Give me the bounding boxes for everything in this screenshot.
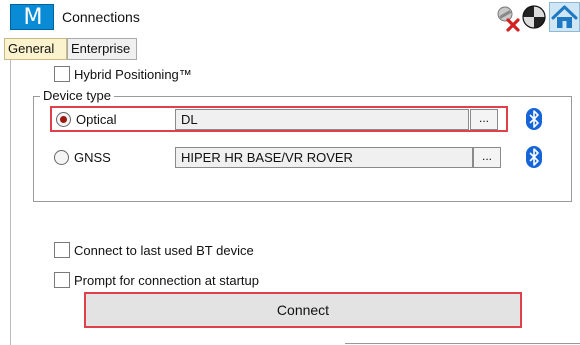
device-type-legend: Device type: [40, 88, 114, 103]
title-bar: M Connections: [0, 0, 580, 34]
optical-label: Optical: [76, 112, 117, 127]
hybrid-positioning-label: Hybrid Positioning™: [74, 67, 192, 82]
optical-radio[interactable]: [56, 112, 71, 127]
app-logo-letter: M: [23, 5, 43, 30]
satellite-disconnected-icon[interactable]: [494, 4, 520, 32]
home-button[interactable]: [549, 2, 580, 32]
bluetooth-icon[interactable]: [526, 146, 542, 168]
radio-selected-dot: [60, 116, 67, 123]
globe-icon[interactable]: [522, 4, 546, 30]
optical-device-field[interactable]: DL: [175, 109, 469, 130]
gnss-device-field[interactable]: HIPER HR BASE/VR ROVER: [175, 147, 473, 168]
connect-last-bt-label: Connect to last used BT device: [74, 243, 254, 258]
bottom-divider: [345, 343, 580, 344]
tab-enterprise[interactable]: Enterprise: [67, 38, 137, 60]
connect-button[interactable]: Connect: [84, 292, 522, 328]
tab-general[interactable]: General: [4, 38, 67, 60]
optical-browse-button[interactable]: ...: [470, 109, 498, 130]
home-icon: [551, 5, 578, 28]
gnss-radio[interactable]: [54, 150, 69, 165]
gnss-label: GNSS: [74, 150, 111, 165]
connect-last-bt-checkbox[interactable]: [54, 242, 70, 258]
bluetooth-icon[interactable]: [526, 108, 542, 130]
prompt-startup-checkbox[interactable]: [54, 272, 70, 288]
gnss-browse-button[interactable]: ...: [473, 147, 501, 168]
hybrid-positioning-checkbox[interactable]: [54, 66, 70, 82]
window-title: Connections: [62, 9, 140, 25]
prompt-startup-label: Prompt for connection at startup: [74, 273, 259, 288]
app-logo[interactable]: M: [10, 4, 54, 30]
connect-button-label: Connect: [276, 302, 330, 318]
